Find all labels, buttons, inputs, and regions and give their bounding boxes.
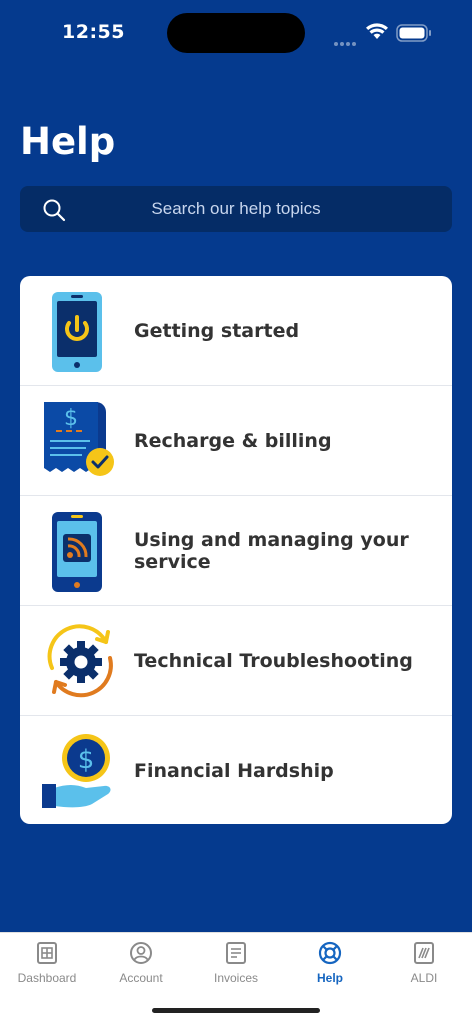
dashboard-icon (37, 942, 57, 964)
tab-aldi[interactable]: ALDI (377, 941, 471, 985)
tab-label: Invoices (213, 971, 259, 985)
receipt-icon: $ (44, 402, 114, 476)
topic-recharge-billing[interactable]: $ Recharge & billing (20, 386, 452, 496)
account-icon (130, 942, 152, 964)
status-bar: 12:55 (0, 0, 472, 64)
topic-label: Financial Hardship (134, 760, 334, 782)
tab-label: Account (119, 971, 163, 985)
topic-financial-hardship[interactable]: $ Financial Hardship (20, 716, 452, 824)
gear-cycle-icon (47, 624, 113, 698)
battery-icon (396, 24, 431, 42)
tab-invoices[interactable]: Invoices (189, 941, 283, 985)
topic-technical-troubleshooting[interactable]: Technical Troubleshooting (20, 606, 452, 716)
topic-getting-started[interactable]: Getting started (20, 276, 452, 386)
svg-text:$: $ (64, 406, 78, 431)
svg-text:$: $ (78, 745, 95, 775)
help-icon (318, 941, 342, 965)
cellular-signal-icon (334, 33, 358, 51)
invoices-icon (226, 942, 246, 964)
tab-account[interactable]: Account (94, 941, 188, 985)
topic-label: Technical Troubleshooting (134, 650, 413, 672)
tab-label: Help (316, 971, 343, 985)
power-phone-icon (52, 292, 102, 372)
topic-using-managing-service[interactable]: Using and managing your service (20, 496, 452, 606)
status-time: 12:55 (62, 21, 125, 43)
help-topics-list: Getting started $ Recharge & billing Usi… (20, 276, 452, 824)
tab-label: Dashboard (17, 971, 77, 985)
tab-label: ALDI (410, 971, 438, 985)
aldi-icon (414, 942, 434, 964)
signal-phone-icon (52, 512, 102, 592)
wifi-icon (366, 23, 388, 39)
hand-coin-icon: $ (42, 734, 111, 808)
tab-dashboard[interactable]: Dashboard (0, 941, 94, 985)
search-bar[interactable]: Search our help topics (20, 186, 452, 232)
home-indicator[interactable] (152, 1008, 320, 1013)
topic-label: Using and managing your service (134, 529, 409, 573)
dynamic-island (167, 13, 305, 53)
topic-label: Recharge & billing (134, 430, 332, 452)
page-title: Help (20, 120, 116, 163)
topic-label: Getting started (134, 320, 300, 342)
search-input[interactable]: Search our help topics (20, 199, 452, 219)
tab-help[interactable]: Help (283, 941, 377, 985)
